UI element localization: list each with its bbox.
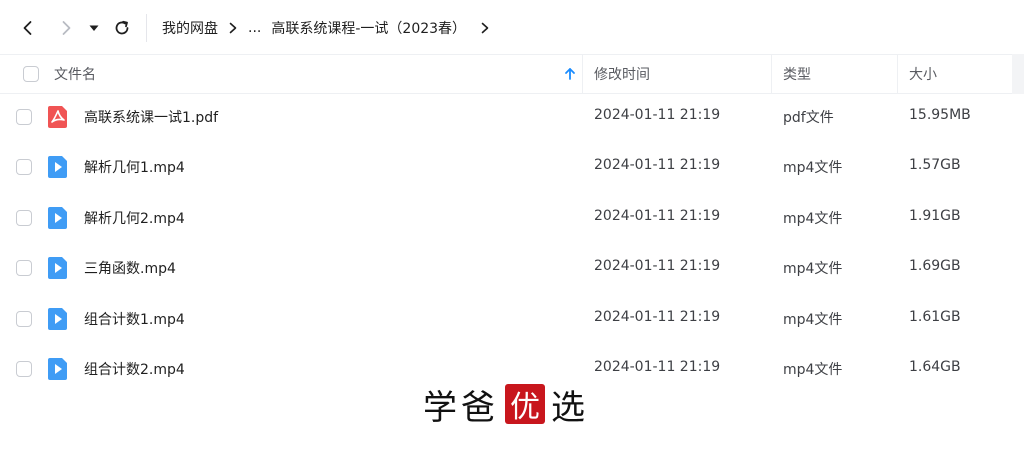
file-size: 15.95MB	[909, 107, 971, 123]
refresh-icon	[115, 20, 129, 35]
file-type: mp4文件	[783, 211, 843, 227]
file-name[interactable]: 三角函数.mp4	[84, 258, 176, 278]
file-mtime: 2024-01-11 21:19	[594, 157, 721, 173]
row-checkbox[interactable]	[16, 109, 32, 125]
column-divider[interactable]	[582, 55, 583, 93]
video-file-icon	[48, 308, 67, 330]
file-row[interactable]: 组合计数1.mp4 2024-01-11 21:19 mp4文件 1.61GB	[0, 294, 1012, 344]
file-size: 1.69GB	[909, 258, 961, 274]
column-header-mtime[interactable]: 修改时间	[594, 55, 650, 93]
breadcrumb-ellipsis[interactable]: ...	[248, 20, 261, 36]
file-mtime: 2024-01-11 21:19	[594, 208, 721, 224]
select-all-checkbox[interactable]	[23, 66, 39, 82]
watermark-char: 选	[551, 387, 589, 428]
row-checkbox[interactable]	[16, 159, 32, 175]
breadcrumb: 我的网盘 ... 高联系统课程-一试（2023春）	[162, 16, 500, 40]
column-divider[interactable]	[897, 55, 898, 93]
file-type: pdf文件	[783, 110, 834, 126]
file-name[interactable]: 高联系统课一试1.pdf	[84, 107, 218, 127]
back-button[interactable]	[14, 14, 42, 42]
column-header-size-label: 大小	[909, 67, 937, 83]
file-type: mp4文件	[783, 312, 843, 328]
navigation-bar: 我的网盘 ... 高联系统课程-一试（2023春）	[0, 0, 1024, 56]
column-header-size[interactable]: 大小	[909, 55, 937, 93]
arrow-up-icon[interactable]	[564, 67, 576, 85]
file-name[interactable]: 组合计数2.mp4	[84, 359, 185, 379]
nav-divider	[146, 14, 147, 42]
column-header-mtime-label: 修改时间	[594, 67, 650, 83]
file-size: 1.57GB	[909, 157, 961, 173]
watermark-char: 学	[423, 387, 461, 428]
row-checkbox[interactable]	[16, 260, 32, 276]
column-header-type-label: 类型	[783, 67, 811, 83]
video-file-icon	[48, 207, 67, 229]
video-file-icon	[48, 156, 67, 178]
file-row[interactable]: 解析几何1.mp4 2024-01-11 21:19 mp4文件 1.57GB	[0, 142, 1012, 192]
refresh-button[interactable]	[108, 14, 136, 42]
file-mtime: 2024-01-11 21:19	[594, 107, 721, 123]
file-type: mp4文件	[783, 261, 843, 277]
file-size: 1.64GB	[909, 359, 961, 375]
history-dropdown-button[interactable]	[82, 14, 106, 42]
file-name[interactable]: 组合计数1.mp4	[84, 309, 185, 329]
column-divider[interactable]	[771, 55, 772, 93]
watermark: 学 爸 优 选	[423, 382, 589, 428]
watermark-char: 爸	[461, 387, 499, 428]
scrollbar[interactable]	[1012, 54, 1024, 94]
file-type: mp4文件	[783, 160, 843, 176]
video-file-icon	[48, 257, 67, 279]
row-checkbox[interactable]	[16, 210, 32, 226]
column-header-name-label: 文件名	[54, 67, 96, 83]
file-table-header: 文件名 修改时间 类型 大小	[0, 54, 1012, 94]
chevron-left-icon	[23, 21, 32, 35]
breadcrumb-next-icon[interactable]	[480, 22, 490, 34]
breadcrumb-current[interactable]: 高联系统课程-一试（2023春）	[271, 18, 466, 38]
file-mtime: 2024-01-11 21:19	[594, 309, 721, 325]
file-size: 1.91GB	[909, 208, 961, 224]
file-size: 1.61GB	[909, 309, 961, 325]
column-header-type[interactable]: 类型	[783, 55, 811, 93]
chevron-right-icon	[62, 21, 71, 35]
pdf-file-icon	[48, 106, 67, 128]
breadcrumb-root[interactable]: 我的网盘	[162, 18, 218, 38]
forward-button[interactable]	[52, 14, 80, 42]
row-checkbox[interactable]	[16, 361, 32, 377]
file-row[interactable]: 三角函数.mp4 2024-01-11 21:19 mp4文件 1.69GB	[0, 243, 1012, 293]
breadcrumb-separator-icon	[228, 22, 238, 34]
file-type: mp4文件	[783, 362, 843, 378]
file-row[interactable]: 解析几何2.mp4 2024-01-11 21:19 mp4文件 1.91GB	[0, 193, 1012, 243]
file-name[interactable]: 解析几何2.mp4	[84, 208, 185, 228]
video-file-icon	[48, 358, 67, 380]
column-header-name[interactable]: 文件名	[54, 55, 96, 93]
file-row[interactable]: 高联系统课一试1.pdf 2024-01-11 21:19 pdf文件 15.9…	[0, 92, 1012, 142]
file-name[interactable]: 解析几何1.mp4	[84, 157, 185, 177]
watermark-seal: 优	[505, 384, 545, 425]
file-mtime: 2024-01-11 21:19	[594, 359, 721, 375]
caret-down-icon	[89, 25, 99, 31]
file-mtime: 2024-01-11 21:19	[594, 258, 721, 274]
row-checkbox[interactable]	[16, 311, 32, 327]
